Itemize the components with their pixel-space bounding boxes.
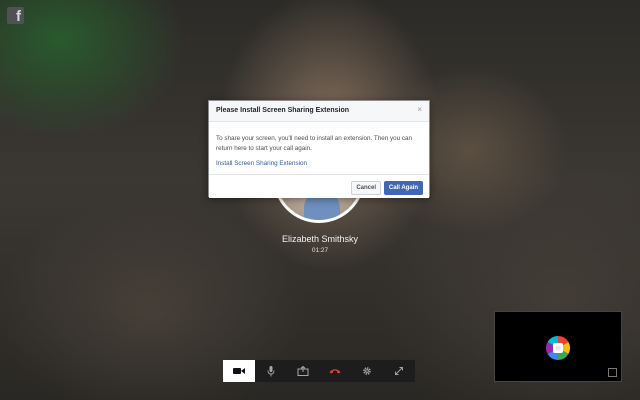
self-view-preview xyxy=(494,311,622,382)
cancel-button[interactable]: Cancel xyxy=(351,181,381,195)
microphone-icon xyxy=(267,365,275,376)
close-icon[interactable]: × xyxy=(417,106,422,114)
video-camera-button[interactable] xyxy=(223,360,255,382)
settings-button[interactable] xyxy=(351,360,383,382)
screen-sharing-extension-dialog: Please Install Screen Sharing Extension … xyxy=(208,100,430,198)
fullscreen-button[interactable] xyxy=(383,360,415,382)
facebook-logo-icon: f xyxy=(7,7,24,24)
dialog-footer: Cancel Call Again xyxy=(209,174,429,198)
hang-up-icon xyxy=(329,369,341,374)
microphone-button[interactable] xyxy=(255,360,287,382)
dialog-title: Please Install Screen Sharing Extension xyxy=(216,107,350,114)
gear-icon xyxy=(363,367,371,375)
caller-name: Elizabeth Smithsky xyxy=(281,234,359,244)
dialog-message: To share your screen, you'll need to ins… xyxy=(216,135,413,152)
call-controls-toolbar xyxy=(223,360,415,382)
hang-up-button[interactable] xyxy=(319,360,351,382)
share-screen-button[interactable] xyxy=(287,360,319,382)
video-camera-icon xyxy=(233,368,245,374)
share-screen-icon xyxy=(297,366,309,376)
call-again-button[interactable]: Call Again xyxy=(383,181,423,195)
call-timer: 01:27 xyxy=(311,247,329,254)
dialog-header: Please Install Screen Sharing Extension … xyxy=(209,101,429,122)
install-extension-link[interactable]: Install Screen Sharing Extension xyxy=(216,160,307,167)
expand-preview-icon[interactable] xyxy=(608,368,617,377)
self-avatar xyxy=(545,336,571,360)
fullscreen-icon xyxy=(395,367,403,375)
